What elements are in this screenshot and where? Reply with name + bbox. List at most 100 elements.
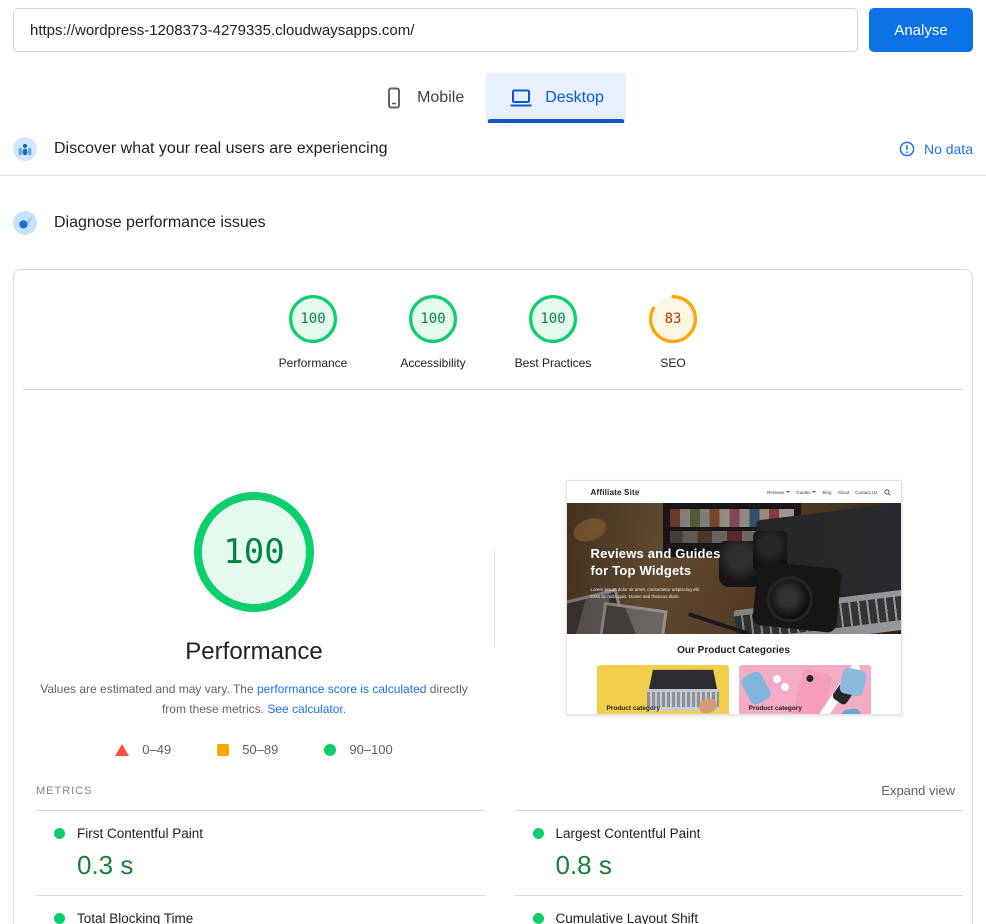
search-icon [884, 489, 891, 496]
screenshot-area: Affiliate Site Reviews Guides Blog About… [495, 390, 972, 757]
card-accessory-shape [838, 667, 867, 697]
performance-panel-title: Performance [185, 638, 322, 666]
category-gauges-row: 100 Performance 100 Accessibility 100 [14, 270, 972, 370]
preview-nav-item: Contact Us [855, 490, 877, 495]
gauge-accessibility[interactable]: 100 Accessibility [373, 295, 493, 370]
desc-text: Values are estimated and may vary. The [40, 682, 253, 696]
metric-fcp: First Contentful Paint 0.3 s [36, 810, 485, 895]
metric-tbt: Total Blocking Time 0 ms [36, 895, 485, 924]
preview-hero-image: Reviews and Guides for Top Widgets Lorem… [567, 503, 901, 634]
metric-lcp-value: 0.8 s [556, 850, 964, 881]
info-icon [899, 141, 915, 157]
card-accessory-shape [739, 670, 773, 707]
analyse-button[interactable]: Analyse [869, 8, 973, 52]
see-calculator-link[interactable]: See calculator. [267, 702, 346, 716]
seo-gauge: 83 [649, 295, 697, 343]
tab-desktop-label: Desktop [545, 89, 604, 107]
tab-mobile[interactable]: Mobile [360, 73, 486, 123]
performance-summary: 100 Performance Values are estimated and… [14, 390, 494, 757]
users-icon [13, 137, 37, 161]
card-accessory-shape [839, 707, 861, 715]
performance-big-gauge: 100 [194, 492, 314, 612]
average-square-icon [217, 744, 229, 756]
diagnose-section-header: Diagnose performance issues [0, 197, 986, 249]
hero-subtext: Lorem ipsum dolor sit amet, consectetur … [591, 586, 711, 600]
no-data-label: No data [924, 141, 973, 157]
preview-site-nav: Reviews Guides Blog About Contact Us [767, 489, 890, 496]
performance-big-score: 100 [194, 492, 314, 612]
performance-gauge: 100 [289, 295, 337, 343]
preview-section-heading: Our Product Categories [567, 645, 901, 656]
url-bar: Analyse [0, 0, 986, 52]
metric-cls-name: Cumulative Layout Shift [556, 911, 699, 924]
metric-fcp-name: First Contentful Paint [77, 826, 203, 841]
best-practices-score: 100 [529, 295, 577, 343]
performance-score: 100 [289, 295, 337, 343]
field-data-title: Discover what your real users are experi… [54, 140, 387, 158]
gauge-performance[interactable]: 100 Performance [253, 295, 373, 370]
tab-mobile-label: Mobile [417, 89, 464, 107]
legend-average: 50–89 [217, 742, 278, 757]
preview-nav-item: Reviews [767, 490, 784, 495]
pass-dot-icon [54, 828, 65, 839]
tab-underline [488, 119, 624, 123]
gauge-best-practices[interactable]: 100 Best Practices [493, 295, 613, 370]
legend-fail: 0–49 [115, 742, 171, 757]
preview-site-logo: Affiliate Site [591, 488, 640, 497]
legend-pass: 90–100 [324, 742, 392, 757]
preview-nav-item: Guides [796, 490, 810, 495]
tab-desktop[interactable]: Desktop [486, 73, 626, 123]
url-input[interactable] [13, 8, 858, 52]
preview-body: Our Product Categories Product category [567, 634, 901, 715]
hero-title-line2: for Top Widgets [591, 562, 721, 579]
card-earbud-shape [781, 683, 789, 691]
card-caption: Product category [749, 705, 802, 712]
fail-triangle-icon [115, 744, 129, 756]
pass-dot-icon [54, 913, 65, 924]
expand-view-button[interactable]: Expand view [881, 783, 955, 798]
metrics-section-label: METRICS [36, 785, 93, 797]
accessibility-score: 100 [409, 295, 457, 343]
legend-pass-range: 90–100 [349, 742, 392, 757]
diagnose-title: Diagnose performance issues [54, 214, 266, 232]
seo-score: 83 [649, 295, 697, 343]
chevron-down-icon [812, 491, 816, 493]
seo-label: SEO [660, 356, 685, 370]
preview-site-header: Affiliate Site Reviews Guides Blog About… [567, 481, 901, 503]
no-data-status[interactable]: No data [899, 141, 973, 157]
metric-fcp-value: 0.3 s [77, 850, 485, 881]
performance-description: Values are estimated and may vary. The p… [31, 679, 477, 719]
hero-title-line1: Reviews and Guides [591, 545, 721, 562]
pass-dot-icon [533, 913, 544, 924]
gauge-seo[interactable]: 83 SEO [613, 295, 733, 370]
metric-lcp: Largest Contentful Paint 0.8 s [515, 810, 964, 895]
preview-category-cards: Product category Product category [567, 656, 901, 715]
preview-category-card-1: Product category [597, 665, 729, 715]
performance-label: Performance [279, 356, 348, 370]
best-practices-label: Best Practices [515, 356, 592, 370]
field-data-section-header: Discover what your real users are experi… [0, 123, 986, 175]
pass-dot-icon [533, 828, 544, 839]
compass-icon [13, 211, 37, 235]
device-tabs: Mobile Desktop [0, 73, 986, 123]
preview-category-card-2: Product category [739, 665, 871, 715]
performance-panel: 100 Performance Values are estimated and… [14, 390, 972, 757]
legend-fail-range: 0–49 [142, 742, 171, 757]
hero-text-block: Reviews and Guides for Top Widgets Lorem… [591, 545, 721, 600]
card-earbud-shape [773, 675, 781, 683]
metric-lcp-name: Largest Contentful Paint [556, 826, 701, 841]
chevron-down-icon [786, 491, 790, 493]
metrics-grid: First Contentful Paint 0.3 s Largest Con… [36, 810, 963, 924]
lighthouse-report-card: 100 Performance 100 Accessibility 100 [13, 269, 973, 924]
page-screenshot-thumbnail[interactable]: Affiliate Site Reviews Guides Blog About… [566, 480, 902, 715]
metric-tbt-name: Total Blocking Time [77, 911, 193, 924]
best-practices-gauge: 100 [529, 295, 577, 343]
score-legend: 0–49 50–89 90–100 [115, 742, 392, 757]
metrics-header: METRICS Expand view [36, 783, 955, 798]
legend-average-range: 50–89 [242, 742, 278, 757]
accessibility-label: Accessibility [400, 356, 465, 370]
section-divider [0, 175, 986, 176]
mobile-icon [382, 86, 406, 110]
metric-cls: Cumulative Layout Shift 0 [515, 895, 964, 924]
score-calculation-link[interactable]: performance score is calculated [257, 682, 426, 696]
